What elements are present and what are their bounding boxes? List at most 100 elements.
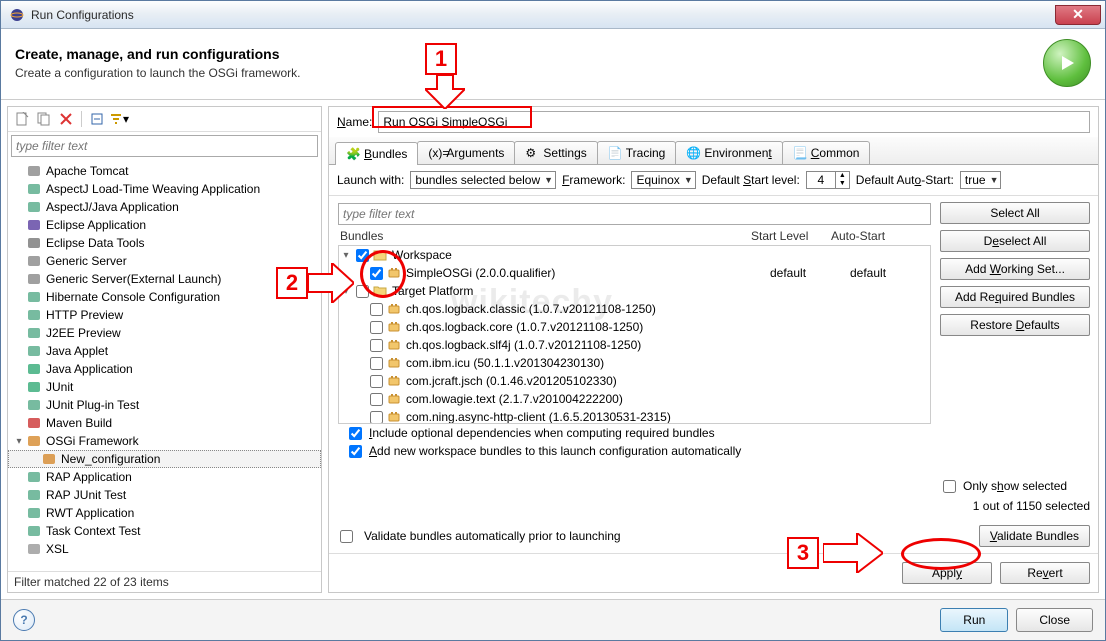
add-workspace-checkbox[interactable] xyxy=(349,445,362,458)
run-button[interactable]: Run xyxy=(940,608,1008,632)
tree-item[interactable]: Hibernate Console Configuration xyxy=(8,288,321,306)
tree-item[interactable]: RAP JUnit Test xyxy=(8,486,321,504)
add-required-button[interactable]: Add Required Bundles xyxy=(940,286,1090,308)
bundle-checkbox[interactable] xyxy=(356,249,369,262)
tree-item-label: XSL xyxy=(46,542,69,556)
add-working-set-button[interactable]: Add Working Set... xyxy=(940,258,1090,280)
bundle-row[interactable]: com.ibm.icu (50.1.1.v201304230130) xyxy=(339,354,930,372)
tab-label: Tracing xyxy=(626,146,666,160)
tree-item[interactable]: Generic Server(External Launch) xyxy=(8,270,321,288)
framework-select[interactable]: Equinox▼ xyxy=(631,171,695,189)
delete-icon[interactable] xyxy=(56,109,76,129)
tree-item[interactable]: XSL xyxy=(8,540,321,558)
server-icon xyxy=(26,163,42,179)
duplicate-icon[interactable] xyxy=(34,109,54,129)
db-icon xyxy=(26,235,42,251)
ajj-icon xyxy=(26,199,42,215)
tree-item[interactable]: New_configuration xyxy=(8,450,321,468)
tree-item[interactable]: AspectJ/Java Application xyxy=(8,198,321,216)
tree-item[interactable]: Apache Tomcat xyxy=(8,162,321,180)
rapjunit-icon xyxy=(26,487,42,503)
bundle-checkbox[interactable] xyxy=(370,267,383,280)
default-auto-select[interactable]: true▼ xyxy=(960,171,1002,189)
tab-icon: ⚙ xyxy=(525,146,539,160)
apply-button[interactable]: Apply xyxy=(902,562,992,584)
bundle-group[interactable]: ▾Workspace xyxy=(339,246,930,264)
tree-item[interactable]: Generic Server xyxy=(8,252,321,270)
config-tree[interactable]: Apache TomcatAspectJ Load-Time Weaving A… xyxy=(8,160,321,571)
help-button[interactable]: ? xyxy=(13,609,35,631)
tree-item[interactable]: Java Applet xyxy=(8,342,321,360)
only-show-checkbox[interactable] xyxy=(943,480,956,493)
tree-item[interactable]: HTTP Preview xyxy=(8,306,321,324)
tab-icon: 🌐 xyxy=(686,146,700,160)
close-footer-button[interactable]: Close xyxy=(1016,608,1093,632)
restore-defaults-button[interactable]: Restore Defaults xyxy=(940,314,1090,336)
bundle-row[interactable]: com.lowagie.text (2.1.7.v201004222200) xyxy=(339,390,930,408)
validate-auto-checkbox[interactable] xyxy=(340,530,353,543)
folder-icon xyxy=(372,283,388,299)
tree-item[interactable]: JUnit xyxy=(8,378,321,396)
tree-item[interactable]: Eclipse Data Tools xyxy=(8,234,321,252)
tab-bundles[interactable]: 🧩Bundles xyxy=(335,142,418,165)
tree-item-label: Eclipse Application xyxy=(46,218,146,232)
tree-item[interactable]: Java Application xyxy=(8,360,321,378)
tree-item[interactable]: ▾OSGi Framework xyxy=(8,432,321,450)
tree-item-label: Generic Server(External Launch) xyxy=(46,272,221,286)
bundle-row[interactable]: SimpleOSGi (2.0.0.qualifier)defaultdefau… xyxy=(339,264,930,282)
bundle-checkbox[interactable] xyxy=(370,357,383,370)
tree-item-label: JUnit xyxy=(46,380,73,394)
plugin-icon xyxy=(386,301,402,317)
osgi-icon xyxy=(26,433,42,449)
tab-label: Arguments xyxy=(446,146,504,160)
bundle-row[interactable]: com.jcraft.jsch (0.1.46.v201205102330) xyxy=(339,372,930,390)
bundle-row[interactable]: ch.qos.logback.classic (1.0.7.v20121108-… xyxy=(339,300,930,318)
junitp-icon xyxy=(26,397,42,413)
filter-dropdown-icon[interactable]: ▾ xyxy=(109,109,129,129)
tab-arguments[interactable]: (x)=Arguments xyxy=(417,141,515,164)
tree-item-label: Java Applet xyxy=(46,344,108,358)
validate-bundles-button[interactable]: Validate Bundles xyxy=(979,525,1090,547)
select-all-button[interactable]: Select All xyxy=(940,202,1090,224)
default-start-label: Default Start level: xyxy=(702,173,800,187)
bundle-checkbox[interactable] xyxy=(370,411,383,424)
tab-settings[interactable]: ⚙Settings xyxy=(514,141,597,164)
left-filter-input[interactable] xyxy=(11,135,318,157)
bundle-row[interactable]: ch.qos.logback.slf4j (1.0.7.v20121108-12… xyxy=(339,336,930,354)
tree-item[interactable]: RAP Application xyxy=(8,468,321,486)
tab-tracing[interactable]: 📄Tracing xyxy=(597,141,677,164)
tree-item[interactable]: Task Context Test xyxy=(8,522,321,540)
collapse-all-icon[interactable] xyxy=(87,109,107,129)
tab-environment[interactable]: 🌐Environment xyxy=(675,141,782,164)
tree-item[interactable]: AspectJ Load-Time Weaving Application xyxy=(8,180,321,198)
launch-with-select[interactable]: bundles selected below▼ xyxy=(410,171,556,189)
bundle-row[interactable]: com.ning.async-http-client (1.6.5.201305… xyxy=(339,408,930,424)
deselect-all-button[interactable]: Deselect All xyxy=(940,230,1090,252)
name-input[interactable] xyxy=(378,111,1090,133)
bundle-checkbox[interactable] xyxy=(370,303,383,316)
tree-item-label: Eclipse Data Tools xyxy=(46,236,145,250)
bundle-filter-input[interactable] xyxy=(338,203,931,225)
new-config-icon[interactable] xyxy=(12,109,32,129)
revert-button[interactable]: Revert xyxy=(1000,562,1090,584)
tree-item[interactable]: RWT Application xyxy=(8,504,321,522)
tree-item[interactable]: Eclipse Application xyxy=(8,216,321,234)
bundle-checkbox[interactable] xyxy=(370,393,383,406)
default-start-spinner[interactable]: ▲▼ xyxy=(806,171,850,189)
eclipse-icon xyxy=(9,7,25,23)
tree-item[interactable]: Maven Build xyxy=(8,414,321,432)
bundle-row[interactable]: ch.qos.logback.core (1.0.7.v20121108-125… xyxy=(339,318,930,336)
tree-item-label: Maven Build xyxy=(46,416,112,430)
tab-common[interactable]: 📃Common xyxy=(782,141,871,164)
tree-item[interactable]: JUnit Plug-in Test xyxy=(8,396,321,414)
bundle-list[interactable]: ▾WorkspaceSimpleOSGi (2.0.0.qualifier)de… xyxy=(338,246,931,424)
bundle-group[interactable]: ▾Target Platform xyxy=(339,282,930,300)
bundle-checkbox[interactable] xyxy=(370,321,383,334)
bundle-checkbox[interactable] xyxy=(370,339,383,352)
tree-item-label: Generic Server xyxy=(46,254,127,268)
bundle-checkbox[interactable] xyxy=(370,375,383,388)
tree-item[interactable]: J2EE Preview xyxy=(8,324,321,342)
include-optional-checkbox[interactable] xyxy=(349,427,362,440)
close-button[interactable]: ✕ xyxy=(1055,5,1101,25)
bundle-checkbox[interactable] xyxy=(356,285,369,298)
